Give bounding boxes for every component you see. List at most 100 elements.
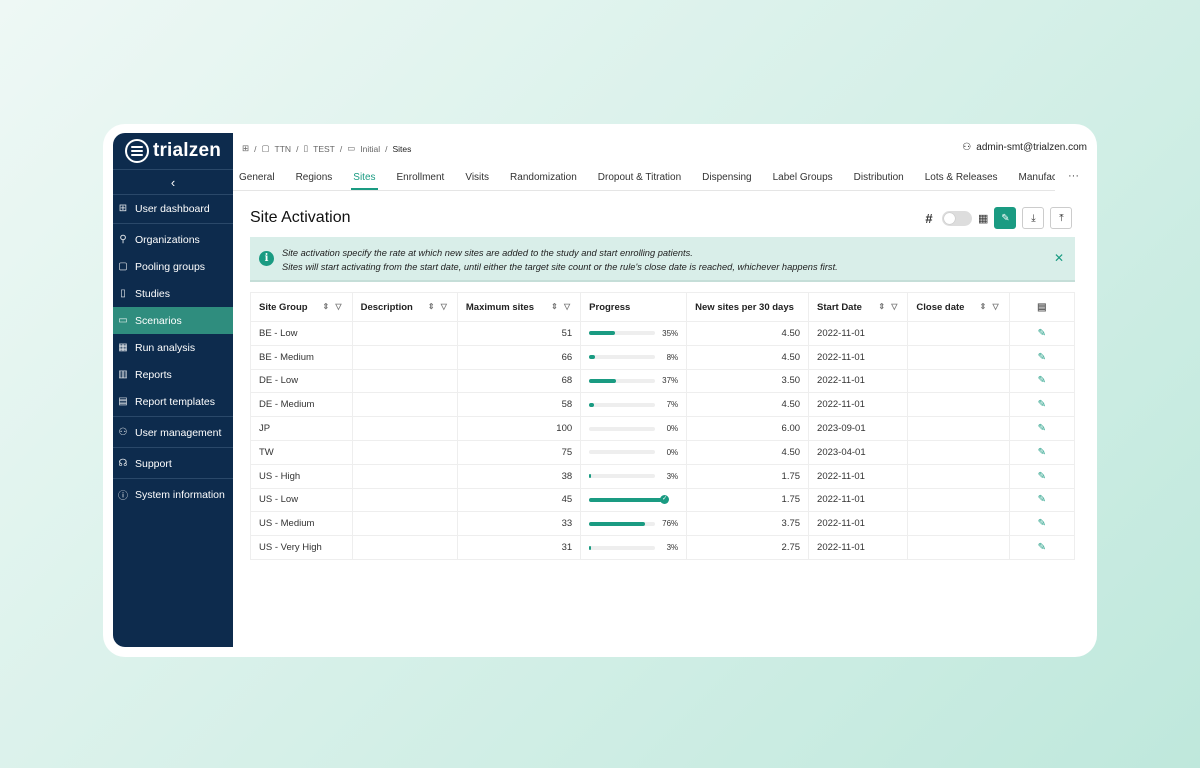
table-row: US - High 38 3% 1.75 2022-11-01 ✎ [250, 463, 1076, 489]
breadcrumb-item[interactable]: TTN [275, 144, 292, 154]
tab-randomization[interactable]: Randomization [510, 166, 577, 190]
column-header-close-date[interactable]: Close date ⇕ ▽ [907, 292, 1010, 322]
tab-manufac[interactable]: Manufac [1019, 166, 1055, 190]
logo-text: trialzen [152, 140, 222, 161]
cell-site-group: US - High [250, 463, 353, 489]
cell-close-date [907, 439, 1010, 465]
sidebar-item-report-templates[interactable]: ▤ Report templates [113, 388, 233, 415]
tab-lots-releases[interactable]: Lots & Releases [925, 166, 998, 190]
info-line: Site activation specify the rate at whic… [282, 248, 693, 258]
sidebar-item-reports[interactable]: ▥ Reports [113, 361, 233, 388]
tab-regions[interactable]: Regions [296, 166, 333, 190]
progress-percent: 0% [666, 447, 679, 457]
collapse-sidebar-button[interactable]: ‹ [113, 169, 233, 195]
close-icon[interactable]: ✕ [1054, 251, 1064, 265]
cell-start-date: 2023-04-01 [808, 439, 909, 465]
sidebar-item-label: Studies [135, 287, 171, 300]
sort-filter-icon[interactable]: ⇕ ▽ [980, 302, 1001, 311]
sidebar-item-label: System information [135, 488, 225, 501]
cell-site-group: BE - Medium [250, 344, 353, 370]
cell-site-group: BE - Low [250, 321, 353, 346]
info-text: Site activation specify the rate at whic… [282, 246, 838, 274]
sidebar-item-run-analysis[interactable]: ▦ Run analysis [113, 334, 233, 361]
bar-chart-icon: ▥ [118, 369, 128, 380]
breadcrumb-item[interactable]: Initial [360, 144, 380, 154]
pencil-icon: ✎ [1037, 423, 1047, 435]
info-icon: ⓘ [118, 491, 128, 502]
user-menu[interactable]: ⚇ admin-smt@trialzen.com [962, 142, 1087, 153]
view-toggle[interactable] [942, 210, 972, 226]
cell-description [351, 463, 458, 489]
scenario-icon: ▭ [347, 143, 356, 153]
sidebar-item-support[interactable]: ☊ Support [113, 450, 233, 477]
sidebar-item-label: User dashboard [135, 202, 210, 215]
sort-filter-icon[interactable]: ⇕ ▽ [323, 302, 344, 311]
row-edit-button[interactable]: ✎ [1008, 535, 1076, 560]
logo-mark-icon [124, 139, 149, 163]
sidebar-item-scenarios[interactable]: ▭ Scenarios [113, 307, 233, 334]
progress-bar [589, 545, 656, 550]
sidebar-item-pooling-groups[interactable]: ▢ Pooling groups [113, 253, 233, 280]
sidebar-item-system-information[interactable]: ⓘ System information [113, 481, 233, 508]
progress-bar [589, 521, 656, 526]
tab-sites[interactable]: Sites [351, 166, 378, 190]
cell-maximum-sites: 68 [456, 368, 582, 394]
org-tree-icon: ⚲ [119, 234, 127, 245]
row-edit-button[interactable]: ✎ [1008, 368, 1076, 394]
tab-dropout-titration[interactable]: Dropout & Titration [598, 166, 681, 190]
table-row: DE - Medium 58 7% 4.50 2022-11-01 ✎ [250, 392, 1076, 418]
column-header-maximum-sites[interactable]: Maximum sites ⇕ ▽ [456, 292, 582, 322]
progress-bar [589, 378, 656, 383]
cell-progress: 35% [580, 321, 688, 346]
sort-filter-icon[interactable]: ⇕ ▽ [428, 302, 449, 311]
cell-progress: 8% [580, 344, 688, 370]
logo: trialzen [113, 135, 233, 167]
row-edit-button[interactable]: ✎ [1008, 511, 1076, 537]
column-header-description[interactable]: Description ⇕ ▽ [351, 292, 458, 322]
sidebar-item-user-management[interactable]: ⚇ User management [113, 419, 233, 446]
sort-filter-icon[interactable]: ⇕ ▽ [878, 302, 899, 311]
cell-description [351, 368, 458, 394]
info-banner: i Site activation specify the rate at wh… [250, 237, 1075, 282]
cell-site-group: US - Medium [250, 511, 353, 537]
sidebar-item-label: Organizations [135, 233, 200, 246]
tab-general[interactable]: General [239, 166, 275, 190]
cell-new-sites: 1.75 [686, 487, 810, 513]
column-settings-icon[interactable]: ▤ [1008, 292, 1076, 322]
row-edit-button[interactable]: ✎ [1008, 416, 1076, 441]
upload-button[interactable]: ⤒ [1050, 207, 1073, 229]
sort-filter-icon[interactable]: ⇕ ▽ [551, 302, 572, 311]
cell-new-sites: 2.75 [686, 535, 810, 560]
sidebar-item-label: Pooling groups [135, 260, 206, 273]
tab-enrollment[interactable]: Enrollment [397, 166, 445, 190]
tab-dispensing[interactable]: Dispensing [702, 166, 751, 190]
row-edit-button[interactable]: ✎ [1008, 321, 1076, 346]
download-button[interactable]: ⤓ [1022, 207, 1045, 229]
row-edit-button[interactable]: ✎ [1008, 344, 1076, 370]
cell-site-group: US - Low [250, 487, 353, 513]
cell-new-sites: 4.50 [686, 439, 810, 465]
cell-start-date: 2022-11-01 [808, 511, 909, 537]
tab-distribution[interactable]: Distribution [854, 166, 904, 190]
cell-close-date [907, 344, 1010, 370]
table-row: BE - Low 51 35% 4.50 2022-11-01 ✎ [250, 321, 1076, 346]
edit-button[interactable]: ✎ [994, 207, 1017, 229]
cell-progress: 76% [580, 511, 688, 537]
tab-label-groups[interactable]: Label Groups [773, 166, 833, 190]
sidebar-item-studies[interactable]: ▯ Studies [113, 280, 233, 307]
column-header-start-date[interactable]: Start Date ⇕ ▽ [808, 292, 909, 322]
cell-close-date [907, 487, 1010, 513]
more-tabs-icon[interactable]: ··· [1068, 170, 1079, 182]
sidebar-item-organizations[interactable]: ⚲ Organizations [113, 226, 233, 253]
tab-visits[interactable]: Visits [465, 166, 489, 190]
sidebar-item-user-dashboard[interactable]: ⊞ User dashboard [113, 195, 233, 222]
row-edit-button[interactable]: ✎ [1008, 392, 1076, 418]
row-edit-button[interactable]: ✎ [1008, 487, 1076, 513]
home-grid-icon[interactable]: ⊞ [242, 143, 249, 154]
sidebar-item-label: Reports [135, 368, 172, 381]
cell-start-date: 2022-11-01 [808, 487, 909, 513]
row-edit-button[interactable]: ✎ [1008, 463, 1076, 489]
breadcrumb-item[interactable]: TEST [313, 144, 335, 154]
column-header-site-group[interactable]: Site Group ⇕ ▽ [250, 292, 353, 322]
row-edit-button[interactable]: ✎ [1008, 439, 1076, 465]
